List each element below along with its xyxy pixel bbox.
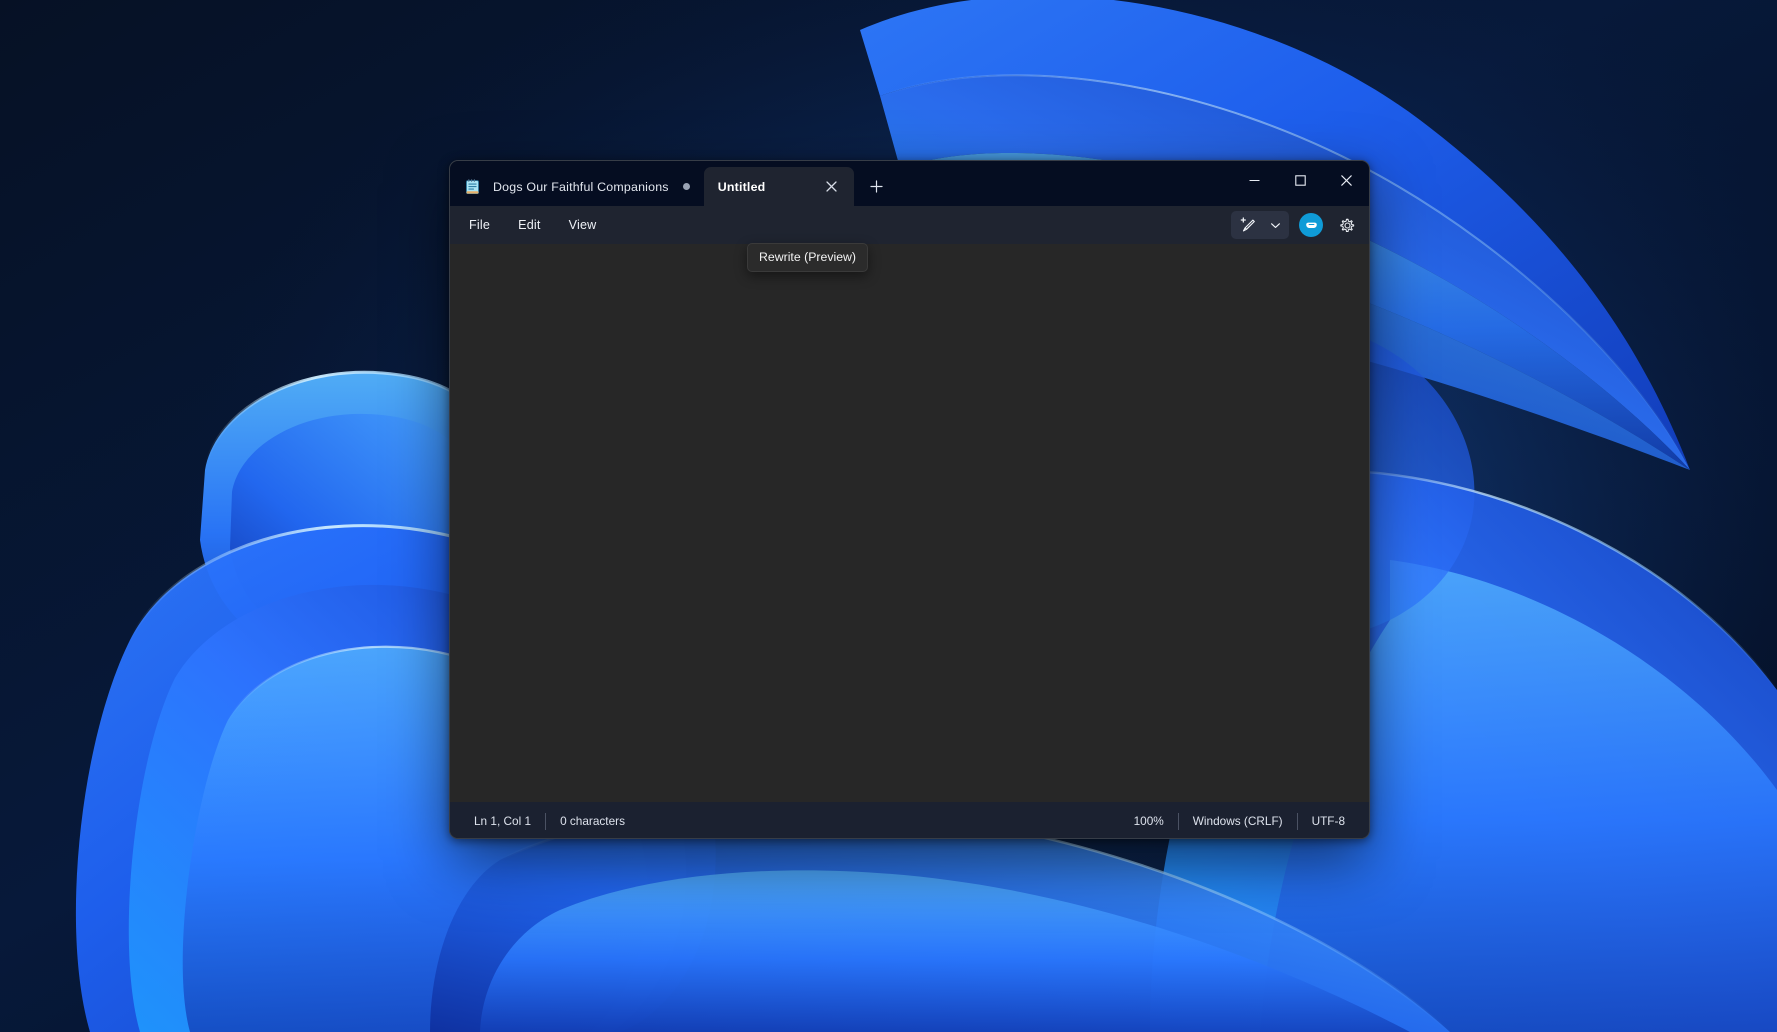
copilot-button[interactable] xyxy=(1299,213,1323,237)
new-tab-button[interactable] xyxy=(862,171,892,201)
plus-icon xyxy=(870,180,883,193)
minimize-button[interactable] xyxy=(1231,161,1277,199)
rewrite-button[interactable] xyxy=(1233,212,1263,238)
magic-wand-sparkle-icon xyxy=(1240,217,1256,233)
menu-item-file[interactable]: File xyxy=(456,213,503,237)
tab-dogs-our-faithful-companions[interactable]: Dogs Our Faithful Companions xyxy=(450,167,704,206)
menu-item-view[interactable]: View xyxy=(556,213,610,237)
title-bar[interactable]: Dogs Our Faithful Companions Untitled xyxy=(450,161,1369,206)
minimize-icon xyxy=(1249,175,1260,186)
command-bar-actions xyxy=(1231,211,1361,239)
zoom-level[interactable]: 100% xyxy=(1120,810,1178,832)
cursor-position[interactable]: Ln 1, Col 1 xyxy=(460,810,545,832)
settings-button[interactable] xyxy=(1333,211,1361,239)
maximize-icon xyxy=(1295,175,1306,186)
encoding[interactable]: UTF-8 xyxy=(1298,810,1359,832)
chevron-down-icon xyxy=(1270,220,1281,231)
rewrite-tooltip: Rewrite (Preview) xyxy=(747,243,868,272)
close-tab-icon[interactable] xyxy=(820,175,844,199)
notepad-window: Dogs Our Faithful Companions Untitled xyxy=(449,160,1370,839)
copilot-icon xyxy=(1304,218,1319,233)
maximize-button[interactable] xyxy=(1277,161,1323,199)
status-bar-left: Ln 1, Col 1 0 characters xyxy=(460,810,639,832)
tab-untitled[interactable]: Untitled xyxy=(704,167,854,206)
character-count[interactable]: 0 characters xyxy=(546,810,639,832)
desktop: Dogs Our Faithful Companions Untitled xyxy=(0,0,1777,1032)
notepad-icon xyxy=(464,178,481,195)
text-editor[interactable] xyxy=(450,244,1369,802)
window-controls xyxy=(1231,161,1369,199)
command-bar: File Edit View xyxy=(450,206,1369,244)
tab-strip: Dogs Our Faithful Companions Untitled xyxy=(450,161,892,206)
tab-label: Dogs Our Faithful Companions xyxy=(493,180,669,194)
status-bar-right: 100% Windows (CRLF) UTF-8 xyxy=(1120,810,1359,832)
rewrite-split-button xyxy=(1231,211,1289,239)
status-bar: Ln 1, Col 1 0 characters 100% Windows (C… xyxy=(450,802,1369,839)
close-icon xyxy=(1341,175,1352,186)
gear-icon xyxy=(1339,217,1356,234)
line-ending[interactable]: Windows (CRLF) xyxy=(1179,810,1297,832)
unsaved-changes-dot xyxy=(683,183,690,190)
tab-label: Untitled xyxy=(718,180,810,194)
menu-item-edit[interactable]: Edit xyxy=(505,213,554,237)
rewrite-dropdown-chevron[interactable] xyxy=(1263,212,1287,238)
close-window-button[interactable] xyxy=(1323,161,1369,199)
